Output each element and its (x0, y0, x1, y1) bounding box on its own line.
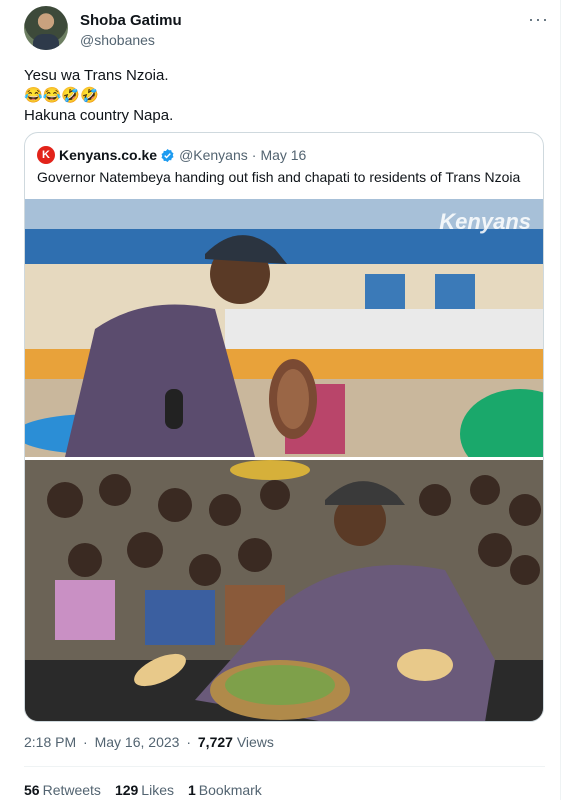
avatar[interactable] (24, 6, 68, 50)
retweets-label: Retweets (42, 782, 101, 798)
author-handle[interactable]: @shobanes (80, 32, 155, 48)
likes-count: 129 (114, 782, 139, 798)
kenyans-watermark: Kenyans (439, 209, 531, 234)
engagement-stats: 56 Retweets 129 Likes 1 Bookmark (24, 782, 262, 798)
views-count: 7,727 (197, 734, 233, 750)
likes-stat[interactable]: 129 Likes (115, 782, 174, 798)
tweet-emoji-line: 😂😂🤣🤣 (24, 87, 99, 104)
quoted-author-name[interactable]: Kenyans.co.ke (59, 147, 157, 163)
quoted-photo-chapati[interactable] (25, 460, 543, 721)
likes-label: Likes (141, 782, 174, 798)
kenyans-logo[interactable]: K (37, 146, 55, 164)
separator-dot: · (251, 147, 257, 163)
tweet-date[interactable]: May 16, 2023 (95, 734, 180, 750)
author-name[interactable]: Shoba Gatimu (80, 12, 182, 29)
retweets-stat[interactable]: 56 Retweets (24, 782, 101, 798)
timeline-border (560, 0, 561, 800)
tweet-line: Yesu wa Trans Nzoia. (24, 67, 169, 84)
bookmarks-label: Bookmark (198, 782, 262, 798)
tweet-line: Hakuna country Napa. (24, 107, 174, 124)
tweet-text: Yesu wa Trans Nzoia. 😂😂🤣🤣 Hakuna country… (24, 66, 173, 126)
quoted-date[interactable]: May 16 (260, 147, 306, 163)
retweets-count: 56 (24, 782, 40, 798)
divider (24, 766, 545, 767)
quoted-tweet-header: K Kenyans.co.ke @Kenyans · May 16 (37, 145, 306, 165)
more-options-icon[interactable]: ··· (528, 10, 549, 28)
meta-separator: · (186, 734, 191, 750)
bookmarks-stat[interactable]: 1 Bookmark (188, 782, 262, 798)
verified-badge-icon (161, 148, 174, 162)
tweet-meta: 2:18 PM · May 16, 2023 · 7,727 Views (24, 734, 274, 750)
quoted-photo-fish[interactable]: Kenyans (25, 199, 543, 457)
bookmarks-count: 1 (187, 782, 196, 798)
tweet-header: Shoba Gatimu @shobanes ··· (24, 6, 549, 56)
meta-separator: · (83, 734, 88, 750)
tweet-time[interactable]: 2:18 PM (24, 734, 76, 750)
quoted-author-handle[interactable]: @Kenyans (179, 147, 248, 163)
quoted-tweet-text: Governor Natembeya handing out fish and … (37, 169, 521, 185)
views-label: Views (236, 734, 274, 750)
quoted-tweet[interactable]: K Kenyans.co.ke @Kenyans · May 16 Govern… (24, 132, 544, 722)
